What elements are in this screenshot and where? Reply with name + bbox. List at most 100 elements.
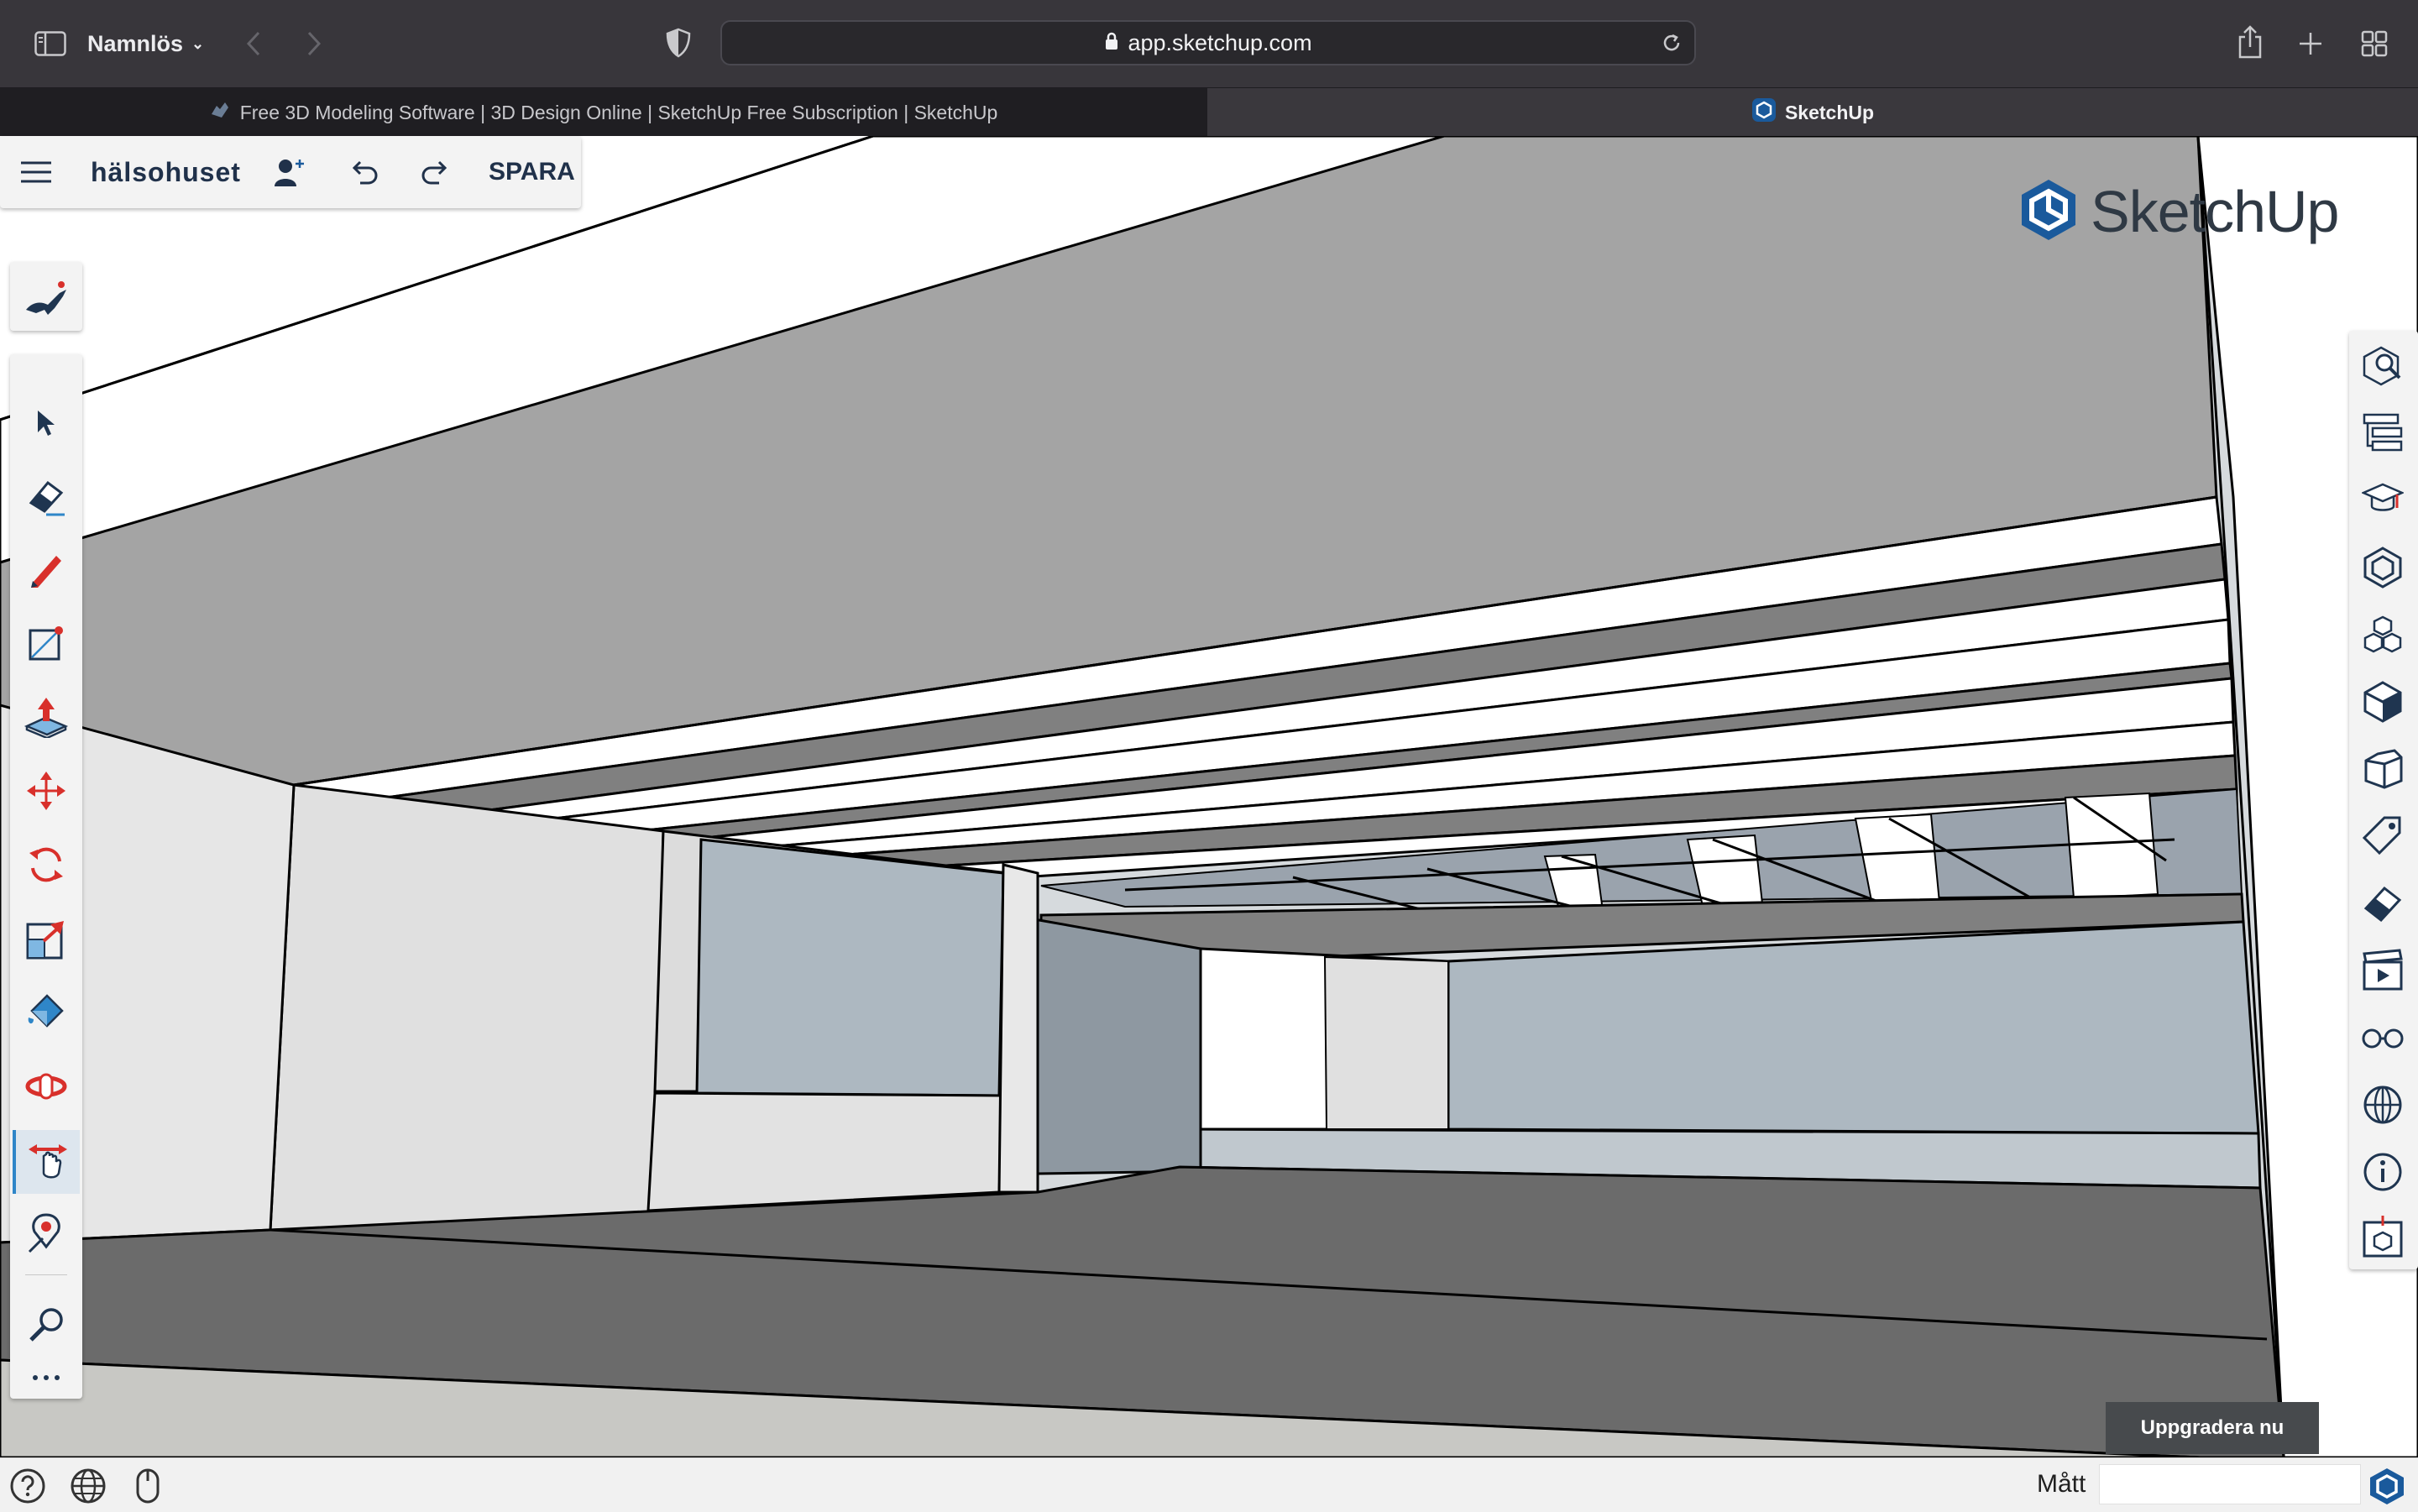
model-info-icon	[2361, 1150, 2405, 1198]
window-title: Namnlös	[87, 30, 184, 56]
geolocation-icon	[2361, 1083, 2405, 1131]
components-icon	[2361, 546, 2405, 594]
pan-hand-icon	[27, 1139, 69, 1185]
tags-icon	[2361, 814, 2405, 862]
scenes-3d-icon	[2361, 747, 2405, 795]
tab-sketchup-website[interactable]: Free 3D Modeling Software | 3D Design On…	[0, 88, 1207, 137]
extension-panel	[10, 262, 82, 331]
display-button[interactable]	[2349, 1007, 2416, 1071]
window-title-menu[interactable]: Namnlös ⌄	[87, 27, 204, 60]
instructor-button[interactable]	[2349, 470, 2416, 534]
right-toolbar	[2349, 331, 2418, 1269]
hamburger-menu-icon[interactable]	[15, 153, 57, 191]
display-icon	[2360, 1025, 2405, 1054]
project-title[interactable]: hälsohuset	[91, 136, 241, 208]
address-bar[interactable]: app.sketchup.com	[720, 20, 1696, 65]
logo-wordmark: SketchUp	[2091, 179, 2339, 244]
rectangle-tool[interactable]	[13, 613, 80, 677]
entity-info-button[interactable]	[2349, 336, 2416, 400]
tags-button[interactable]	[2349, 806, 2416, 870]
more-tools[interactable]	[13, 1358, 80, 1399]
geolocation-button[interactable]	[2349, 1075, 2416, 1138]
pencil-tool[interactable]	[13, 539, 80, 603]
sketchup-badge-icon	[2366, 1465, 2408, 1507]
lock-icon	[1104, 30, 1119, 56]
new-tab-icon[interactable]	[2292, 25, 2329, 62]
model-info-button[interactable]	[2349, 1142, 2416, 1206]
select-tool[interactable]	[13, 393, 80, 457]
paint-bucket-icon	[25, 992, 67, 1037]
model-viewport[interactable]	[0, 136, 2418, 1457]
sketchup-favicon-icon	[1751, 97, 1777, 128]
extensions-icon[interactable]	[10, 262, 82, 331]
redo-icon[interactable]	[415, 153, 457, 191]
save-button[interactable]: SPARA	[489, 136, 575, 208]
rotate-tool[interactable]	[13, 834, 80, 898]
language-globe-icon[interactable]	[67, 1467, 109, 1505]
rectangle-icon	[27, 624, 65, 667]
eraser-icon	[26, 478, 66, 521]
measurements-input[interactable]	[2099, 1464, 2361, 1504]
model-canvas[interactable]	[0, 136, 2418, 1457]
app-top-bar: hälsohuset SPARA	[0, 136, 581, 208]
push-pull-tool[interactable]	[13, 687, 80, 751]
measurements-label: Mått	[2037, 1470, 2086, 1498]
tab-overview-icon[interactable]	[2356, 25, 2393, 62]
privacy-shield-icon[interactable]	[663, 25, 693, 60]
eraser-styles-button[interactable]	[2349, 873, 2416, 937]
styles-icon	[2361, 680, 2405, 728]
scenes-3d-button[interactable]	[2349, 739, 2416, 803]
arrow-icon	[34, 409, 58, 442]
materials-button[interactable]	[2349, 604, 2416, 668]
styles-button[interactable]	[2349, 672, 2416, 735]
orbit-tool[interactable]	[13, 1056, 80, 1120]
help-icon[interactable]	[7, 1467, 49, 1505]
rotate-icon	[26, 845, 66, 889]
paint-bucket-tool[interactable]	[13, 982, 80, 1046]
components-button[interactable]	[2349, 537, 2416, 601]
position-camera-tool[interactable]	[13, 1204, 80, 1268]
browser-toolbar: Namnlös ⌄ app.sketchup.com	[0, 0, 2418, 87]
position-camera-icon	[26, 1212, 66, 1259]
add-user-icon[interactable]	[269, 153, 311, 191]
toolbar-divider	[25, 1274, 67, 1275]
forward-icon[interactable]	[299, 27, 329, 60]
tab-title: Free 3D Modeling Software | 3D Design On…	[239, 101, 998, 123]
sidebar-toggle-icon[interactable]	[32, 27, 69, 60]
scale-icon	[25, 918, 67, 964]
tab-bar: Free 3D Modeling Software | 3D Design On…	[0, 87, 2418, 137]
sketchup-favicon-icon	[210, 101, 230, 124]
chevron-down-icon: ⌄	[191, 34, 205, 52]
reload-icon[interactable]	[1659, 30, 1684, 55]
mouse-icon[interactable]	[129, 1465, 166, 1507]
left-toolbar	[10, 354, 82, 1399]
move-tool[interactable]	[13, 761, 80, 824]
3d-warehouse-icon	[2361, 1214, 2405, 1262]
zoom-icon	[26, 1305, 66, 1349]
animation-button[interactable]	[2349, 940, 2416, 1004]
sketchup-logo: SketchUp	[2018, 176, 2339, 247]
tab-title: SketchUp	[1784, 101, 1875, 123]
share-icon[interactable]	[2232, 22, 2269, 62]
zoom-tool[interactable]	[13, 1295, 80, 1358]
address-text: app.sketchup.com	[1128, 29, 1312, 55]
move-icon	[25, 770, 67, 816]
upgrade-button[interactable]: Uppgradera nu	[2106, 1402, 2319, 1454]
sketchup-logo-icon	[2018, 177, 2079, 247]
pan-tool[interactable]	[13, 1130, 80, 1194]
scale-tool[interactable]	[13, 908, 80, 972]
more-icon	[31, 1371, 61, 1386]
outliner-button[interactable]	[2349, 403, 2416, 467]
tab-sketchup-app[interactable]: SketchUp	[1207, 88, 2418, 137]
eraser-tool[interactable]	[13, 467, 80, 531]
outliner-icon	[2361, 411, 2405, 459]
back-icon[interactable]	[238, 27, 269, 60]
entity-info-icon	[2361, 344, 2405, 392]
instructor-icon	[2360, 481, 2405, 524]
eraser-styles-icon	[2361, 882, 2405, 929]
push-pull-icon	[24, 696, 69, 742]
3d-warehouse-button[interactable]	[2349, 1206, 2416, 1269]
materials-icon	[2360, 614, 2405, 660]
undo-icon[interactable]	[343, 153, 385, 191]
orbit-icon	[24, 1070, 68, 1107]
